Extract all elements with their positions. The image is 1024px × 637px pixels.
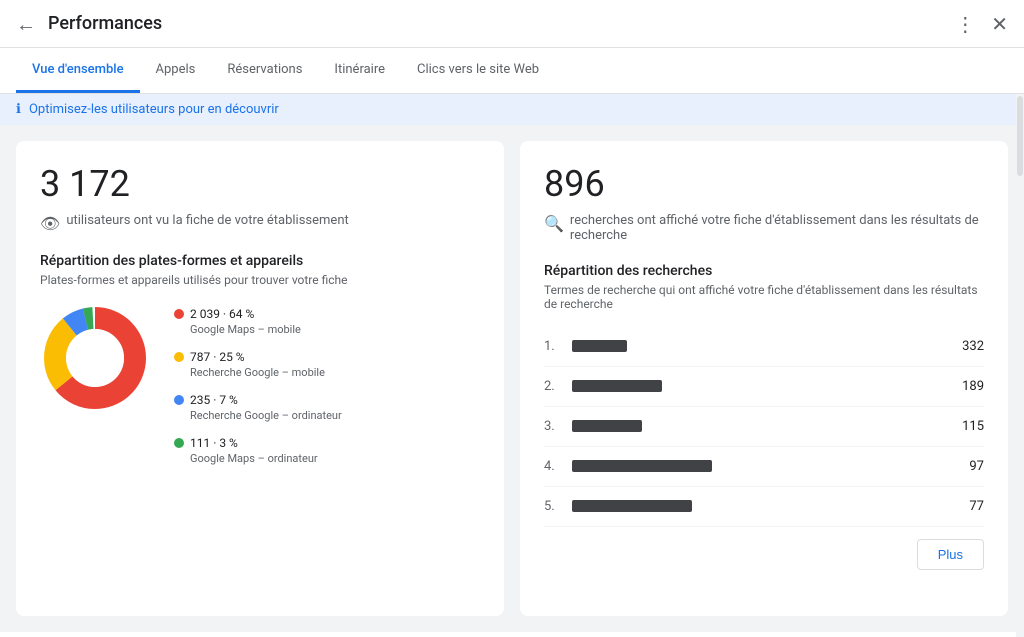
legend-item-3: 235 · 7 % Recherche Google – ordinateur [174,393,342,422]
tab-overview[interactable]: Vue d'ensemble [16,48,140,93]
legend-dot-2 [174,352,184,362]
legend-sub-3: Recherche Google – ordinateur [190,409,342,422]
views-stat-number: 3 172 [40,165,480,205]
views-stat-text: utilisateurs ont vu la fiche de votre ét… [66,213,348,228]
tabs-bar: Vue d'ensemble Appels Réservations Itiné… [0,48,1024,94]
scrollbar-thumb[interactable] [1017,96,1023,176]
back-icon[interactable]: ← [16,14,36,34]
search-item-1: 1. 332 [544,327,984,367]
views-stat-desc: 👁 utilisateurs ont vu la fiche de votre … [40,213,480,233]
banner-icon: ℹ [16,102,21,117]
eye-icon: 👁 [40,214,60,233]
header-left: ← Performances [16,13,162,34]
search-item-3: 3. 115 [544,407,984,447]
legend-label-4: 111 · 3 % [190,436,238,450]
legend-dot-3 [174,395,184,405]
legend-sub-2: Recherche Google – mobile [190,366,342,379]
search-icon: 🔍 [544,214,564,233]
legend-label-1: 2 039 · 64 % [190,307,254,321]
close-icon[interactable]: ✕ [991,12,1008,36]
search-stat-text: recherches ont affiché votre fiche d'éta… [570,213,984,243]
search-item-2: 2. 189 [544,367,984,407]
tab-reservations[interactable]: Réservations [211,48,318,93]
search-list: 1. 332 2. 189 3. 115 [544,327,984,527]
search-item-4: 4. 97 [544,447,984,487]
search-count-4: 97 [969,459,984,474]
chart-section: 2 039 · 64 % Google Maps – mobile 787 · … [40,303,480,465]
main-content: 3 172 👁 utilisateurs ont vu la fiche de … [0,125,1024,632]
search-section-title: Répartition des recherches [544,263,984,279]
search-bar-3 [572,420,642,432]
search-bar-2 [572,380,662,392]
search-rank-5: 5. [544,499,560,514]
search-count-1: 332 [962,339,984,354]
search-stat-desc: 🔍 recherches ont affiché votre fiche d'é… [544,213,984,243]
views-section-title: Répartition des plates-formes et apparei… [40,253,480,269]
header: ← Performances ⋮ ✕ [0,0,1024,48]
search-section-subtitle: Termes de recherche qui ont affiché votr… [544,283,984,311]
search-bar-5 [572,500,692,512]
search-item-5: 5. 77 [544,487,984,527]
chart-legend: 2 039 · 64 % Google Maps – mobile 787 · … [174,303,342,465]
legend-item-1: 2 039 · 64 % Google Maps – mobile [174,307,342,336]
search-count-2: 189 [962,379,984,394]
search-rank-2: 2. [544,379,560,394]
legend-item-4: 111 · 3 % Google Maps – ordinateur [174,436,342,465]
tab-calls[interactable]: Appels [140,48,212,93]
search-stat-number: 896 [544,165,984,205]
legend-sub-1: Google Maps – mobile [190,323,342,336]
header-right: ⋮ ✕ [955,12,1008,36]
donut-chart [40,303,150,413]
more-icon[interactable]: ⋮ [955,12,975,36]
tab-itinerary[interactable]: Itinéraire [318,48,401,93]
search-bar-4 [572,460,712,472]
views-card: 3 172 👁 utilisateurs ont vu la fiche de … [16,141,504,616]
search-count-3: 115 [962,419,984,434]
legend-dot-4 [174,438,184,448]
search-bar-1 [572,340,627,352]
banner: ℹ Optimisez-les utilisateurs pour en déc… [0,94,1024,125]
legend-label-3: 235 · 7 % [190,393,238,407]
search-card: 896 🔍 recherches ont affiché votre fiche… [520,141,1008,616]
plus-button[interactable]: Plus [917,539,984,570]
search-rank-4: 4. [544,459,560,474]
banner-text: Optimisez-les utilisateurs pour en décou… [29,102,279,117]
search-rank-3: 3. [544,419,560,434]
legend-item-2: 787 · 25 % Recherche Google – mobile [174,350,342,379]
views-section-subtitle: Plates-formes et appareils utilisés pour… [40,273,480,287]
scrollbar[interactable] [1016,94,1024,637]
search-rank-1: 1. [544,339,560,354]
page-title: Performances [48,13,162,34]
legend-label-2: 787 · 25 % [190,350,245,364]
legend-dot-1 [174,309,184,319]
tab-clicks[interactable]: Clics vers le site Web [401,48,555,93]
search-count-5: 77 [969,499,984,514]
plus-button-container: Plus [544,527,984,570]
legend-sub-4: Google Maps – ordinateur [190,452,342,465]
